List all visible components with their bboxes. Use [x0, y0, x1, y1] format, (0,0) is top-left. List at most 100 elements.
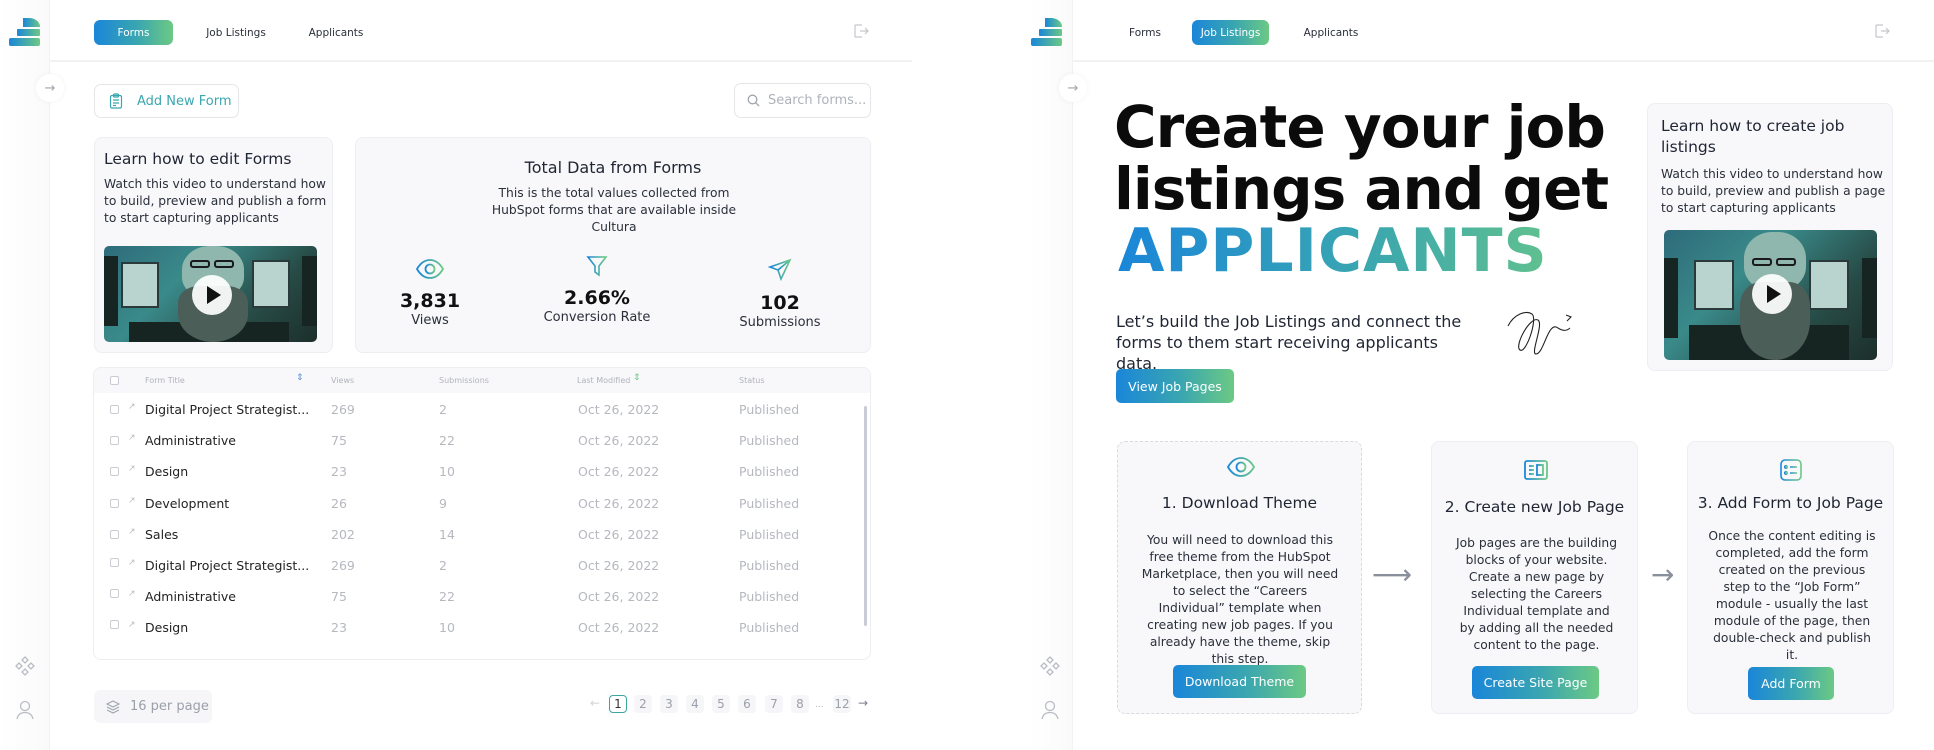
external-link-icon[interactable]: ↗ — [128, 496, 136, 506]
table-scrollbar[interactable] — [864, 406, 867, 626]
col-last-modified[interactable]: Last Modified — [577, 376, 630, 385]
logout-icon[interactable] — [852, 22, 870, 40]
page-button[interactable]: 7 — [765, 695, 783, 713]
table-row[interactable]: ↗ Sales 202 14 Oct 26, 2022 Published — [94, 524, 870, 554]
logout-icon[interactable] — [1873, 22, 1891, 40]
row-checkbox[interactable] — [110, 589, 119, 599]
view-job-pages-button[interactable]: View Job Pages — [1116, 369, 1234, 403]
last-modified-cell: Oct 26, 2022 — [578, 526, 660, 542]
last-modified-cell: Oct 26, 2022 — [578, 464, 660, 480]
row-checkbox[interactable] — [110, 498, 119, 508]
add-new-form-button[interactable]: Add New Form — [94, 84, 239, 118]
tab-applicants[interactable]: Applicants — [296, 20, 376, 45]
eye-icon — [1226, 457, 1256, 477]
status-cell: Published — [739, 433, 800, 449]
page-button[interactable]: 8 — [791, 695, 809, 713]
page-button[interactable]: 1 — [609, 695, 627, 713]
sort-icon[interactable]: ⇕ — [633, 373, 641, 383]
download-theme-button[interactable]: Download Theme — [1173, 665, 1306, 698]
views-cell: 75 — [331, 433, 347, 449]
col-views[interactable]: Views — [331, 376, 354, 385]
search-forms-input[interactable]: Search forms... — [734, 83, 871, 118]
views-cell: 26 — [331, 495, 347, 511]
row-checkbox[interactable] — [110, 529, 119, 539]
table-row[interactable]: ↗ Design 23 10 Oct 26, 2022 Published — [94, 617, 870, 647]
search-icon — [747, 94, 760, 107]
tab-forms[interactable]: Forms — [94, 20, 173, 45]
row-checkbox[interactable] — [110, 558, 119, 567]
last-modified-cell: Oct 26, 2022 — [578, 495, 660, 511]
form-title[interactable]: Administrative — [145, 589, 236, 604]
submissions-cell: 2 — [439, 402, 447, 417]
logo-icon[interactable] — [1031, 18, 1062, 46]
external-link-icon[interactable]: ↗ — [128, 402, 136, 412]
form-title[interactable]: Design — [145, 620, 188, 635]
tutorial-video[interactable] — [1664, 230, 1877, 360]
next-page-button[interactable]: → — [858, 696, 868, 710]
table-row[interactable]: ↗ Administrative 75 22 Oct 26, 2022 Published — [94, 430, 870, 460]
page-button[interactable]: 5 — [712, 695, 730, 713]
learn-text: Watch this video to understand how to bu… — [104, 177, 327, 225]
table-row[interactable]: ↗ Administrative 75 22 Oct 26, 2022 Published — [94, 586, 870, 616]
table-row[interactable]: ↗ Digital Project Strategist... 269 2 Oct 26… — [94, 555, 870, 585]
per-page-select[interactable]: 16 per page — [94, 690, 212, 723]
tab-job-listings[interactable]: Job Listings — [1192, 20, 1269, 45]
table-row[interactable]: ↗ Design 23 10 Oct 26, 2022 Published — [94, 461, 870, 491]
form-title[interactable]: Administrative — [145, 433, 236, 448]
row-checkbox[interactable] — [110, 405, 119, 414]
learn-title: Learn how to create job listings — [1661, 117, 1845, 156]
table-row[interactable]: ↗ Digital Project Strategist... 269 2 Oct 26… — [94, 399, 870, 429]
form-title[interactable]: Digital Project Strategist... — [145, 402, 309, 417]
layers-icon — [106, 699, 120, 714]
row-checkbox[interactable] — [110, 620, 119, 630]
table-row[interactable]: ↗ Development 26 9 Oct 26, 2022 Published — [94, 493, 870, 523]
submissions-value: 102 — [760, 292, 800, 314]
form-title[interactable]: Development — [145, 496, 229, 511]
page-button[interactable]: 2 — [634, 695, 652, 713]
external-link-icon[interactable]: ↗ — [128, 464, 136, 474]
external-link-icon[interactable]: ↗ — [128, 527, 136, 537]
form-title[interactable]: Sales — [145, 527, 178, 542]
play-button[interactable] — [192, 275, 232, 315]
external-link-icon[interactable]: ↗ — [128, 620, 136, 630]
page-button[interactable]: 4 — [686, 695, 704, 713]
page-button[interactable]: 3 — [660, 695, 678, 713]
modules-icon[interactable] — [13, 654, 37, 678]
external-link-icon[interactable]: ↗ — [128, 433, 136, 443]
col-submissions[interactable]: Submissions — [439, 376, 489, 385]
prev-page-button[interactable]: ← — [590, 696, 600, 710]
expand-sidebar-button[interactable]: → — [1059, 74, 1087, 102]
sidebar — [1030, 0, 1073, 750]
user-icon[interactable] — [13, 698, 37, 722]
expand-sidebar-button[interactable]: → — [36, 74, 64, 102]
sort-icon[interactable]: ⇕ — [296, 373, 304, 383]
hero-line-2: listings and get — [1114, 155, 1609, 223]
logo-icon[interactable] — [9, 18, 40, 46]
create-site-page-button[interactable]: Create Site Page — [1472, 666, 1599, 699]
learn-text: Watch this video to understand how to bu… — [1661, 167, 1886, 215]
user-icon[interactable] — [1038, 698, 1062, 722]
external-link-icon[interactable]: ↗ — [128, 589, 136, 599]
page-button[interactable]: 6 — [738, 695, 756, 713]
page-button[interactable]: 12 — [833, 695, 851, 713]
add-form-button[interactable]: Add Form — [1748, 667, 1834, 700]
form-title[interactable]: Design — [145, 464, 188, 479]
last-modified-cell: Oct 26, 2022 — [578, 402, 660, 417]
form-title[interactable]: Digital Project Strategist... — [145, 558, 309, 573]
row-checkbox[interactable] — [110, 436, 119, 446]
row-checkbox[interactable] — [110, 467, 119, 477]
arrow-right-icon: → — [1067, 80, 1079, 96]
learn-card: Learn how to create job listings Watch t… — [1647, 103, 1893, 371]
play-button[interactable] — [1752, 274, 1792, 314]
tab-applicants[interactable]: Applicants — [1291, 20, 1371, 45]
external-link-icon[interactable]: ↗ — [128, 558, 136, 568]
col-status[interactable]: Status — [739, 376, 765, 385]
modules-icon[interactable] — [1038, 654, 1062, 678]
tab-forms[interactable]: Forms — [1115, 20, 1175, 45]
tab-job-listings[interactable]: Job Listings — [195, 20, 277, 45]
col-form-title[interactable]: Form Title — [145, 376, 185, 385]
tutorial-video[interactable] — [104, 246, 317, 342]
submissions-cell: 2 — [439, 558, 447, 573]
select-all-checkbox[interactable] — [110, 376, 119, 385]
arrow-right-icon: → — [1651, 558, 1675, 591]
